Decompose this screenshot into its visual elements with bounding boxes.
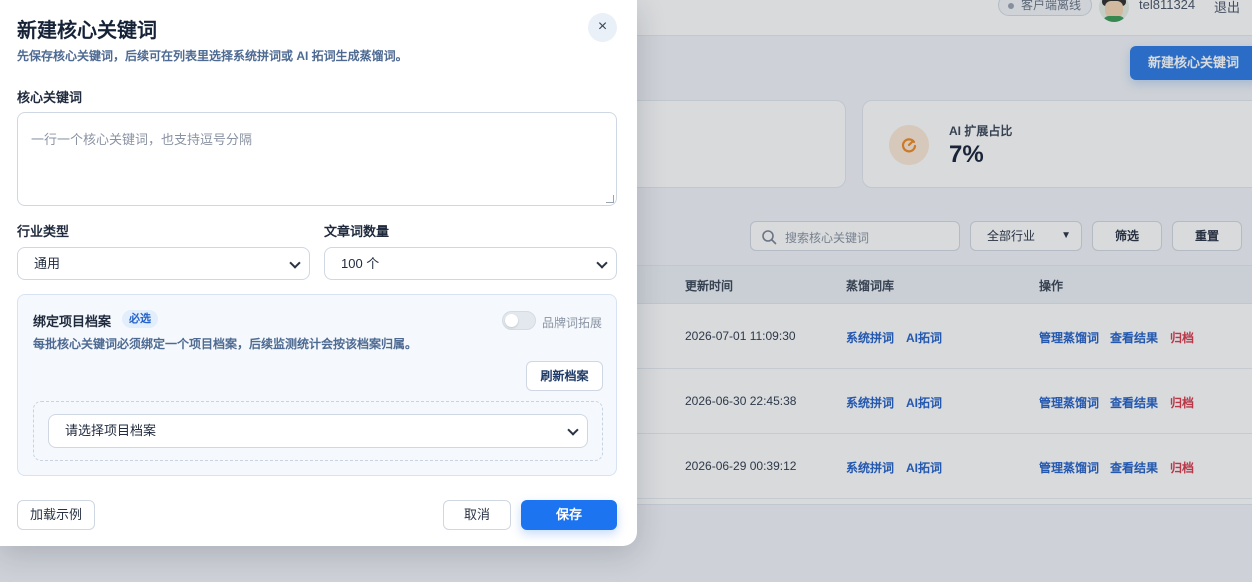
chevron-down-icon <box>289 257 301 269</box>
project-binding-description: 每批核心关键词必须绑定一个项目档案，后续监测统计会按该档案归属。 <box>33 337 418 351</box>
industry-label: 行业类型 <box>17 224 70 239</box>
project-select-placeholder: 请选择项目档案 <box>65 423 157 438</box>
industry-select[interactable]: 通用 <box>17 247 310 280</box>
project-select-area: 请选择项目档案 <box>33 401 603 461</box>
brand-expand-toggle[interactable] <box>502 311 536 330</box>
modal-title: 新建核心关键词 <box>17 20 157 42</box>
save-button[interactable]: 保存 <box>521 500 617 530</box>
project-binding-panel: 绑定项目档案 必选 品牌词拓展 每批核心关键词必须绑定一个项目档案，后续监测统计… <box>17 294 617 476</box>
required-badge: 必选 <box>122 310 158 328</box>
cancel-button[interactable]: 取消 <box>443 500 511 530</box>
article-count-label: 文章词数量 <box>324 224 390 239</box>
industry-select-value: 通用 <box>34 256 61 271</box>
chevron-down-icon <box>567 424 579 436</box>
article-count-value: 100 个 <box>341 256 380 271</box>
brand-expand-label: 品牌词拓展 <box>542 316 603 330</box>
chevron-down-icon <box>596 257 608 269</box>
refresh-profiles-button[interactable]: 刷新档案 <box>526 361 603 391</box>
modal-subtitle: 先保存核心关键词，后续可在列表里选择系统拼词或 AI 拓词生成蒸馏词。 <box>17 49 408 63</box>
article-count-select[interactable]: 100 个 <box>324 247 617 280</box>
keyword-textarea[interactable]: 一行一个核心关键词，也支持逗号分隔 <box>17 112 617 206</box>
resize-handle-icon[interactable] <box>606 195 614 203</box>
project-profile-select[interactable]: 请选择项目档案 <box>48 414 588 448</box>
keyword-label: 核心关键词 <box>17 90 83 105</box>
keyword-placeholder: 一行一个核心关键词，也支持逗号分隔 <box>31 132 253 147</box>
toggle-knob <box>505 314 518 327</box>
new-keyword-modal: 新建核心关键词 先保存核心关键词，后续可在列表里选择系统拼词或 AI 拓词生成蒸… <box>0 0 637 546</box>
close-icon[interactable]: × <box>588 13 617 42</box>
load-example-button[interactable]: 加载示例 <box>17 500 95 530</box>
project-binding-title: 绑定项目档案 <box>33 314 112 329</box>
